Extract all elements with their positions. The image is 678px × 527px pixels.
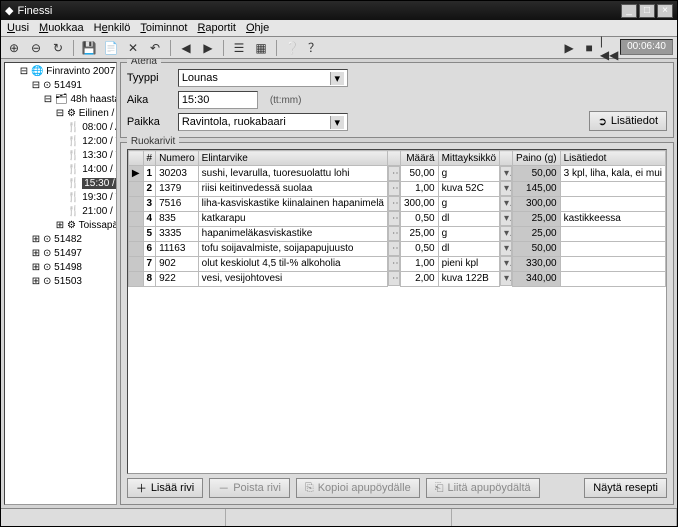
paste-icon: ⎗: [435, 482, 444, 495]
tree-meal-2100[interactable]: 🍴 21:00 / Iltapala: [67, 205, 114, 219]
app-window: ◆ Finessi _ □ × Uusi Muokkaa Henkilö Toi…: [0, 0, 678, 527]
paikka-select[interactable]: Ravintola, ruokabaari▾: [178, 113, 348, 131]
tree-eilinen[interactable]: ⊟⚙ Eilinen / 18.2.2007 🍴 08:00 / Aamiain…: [55, 107, 114, 219]
help-icon[interactable]: ❔: [283, 39, 301, 57]
menu-muokkaa[interactable]: Muokkaa: [39, 22, 84, 34]
copy-icon: ⎘: [305, 482, 314, 495]
list-icon[interactable]: ☰: [230, 39, 248, 57]
nav-left-icon[interactable]: ◀: [177, 39, 195, 57]
delete-icon[interactable]: ✕: [124, 39, 142, 57]
ruokarivit-table-wrap: # Numero Elintarvike Määrä Mittayksikkö …: [127, 149, 667, 474]
table-row[interactable]: 53335hapanimeläkasviskastike⋯25,00g▾25,0…: [128, 226, 665, 241]
table-row[interactable]: 8922vesi, vesijohtovesi⋯2,00kuva 122B▾34…: [128, 271, 665, 286]
tree-meal-1330[interactable]: 🍴 13:30 / Välipala: [67, 149, 114, 163]
tree-meal-1530[interactable]: 🍴 15:30 / Lounas: [67, 177, 114, 191]
chevron-down-icon: ▾: [330, 72, 344, 85]
tree-panel[interactable]: ⊟🌐 Finravinto 2007 ⊟⊙ 51491 ⊟🗂 48h haast…: [4, 62, 117, 505]
ruokarivit-group: Ruokarivit # Numero Elintarvike Määrä: [120, 142, 674, 505]
table-row[interactable]: 21379riisi keitinvedessä suolaa⋯1,00kuva…: [128, 181, 665, 196]
save-icon[interactable]: 💾: [80, 39, 98, 57]
tree-meal-1400[interactable]: 🍴 14:00 / Juoma: [67, 163, 114, 177]
table-row[interactable]: 37516liha-kasviskastike kiinalainen hapa…: [128, 196, 665, 211]
ateria-group: Ateria Tyyppi Lounas▾ Aika (tt:mm) Paikk…: [120, 62, 674, 138]
menu-bar: Uusi Muokkaa Henkilö Toiminnot Raportit …: [1, 20, 677, 37]
tree-root[interactable]: ⊟🌐 Finravinto 2007 ⊟⊙ 51491 ⊟🗂 48h haast…: [19, 65, 114, 289]
tree-meal-1930[interactable]: 🍴 19:30 / Välipala: [67, 191, 114, 205]
arrow-right-icon: ➲: [598, 115, 607, 128]
menu-henkilo[interactable]: Henkilö: [94, 22, 131, 34]
toolbar-icon-2[interactable]: ⊖: [27, 39, 45, 57]
tyyppi-select[interactable]: Lounas▾: [178, 69, 348, 87]
chevron-down-icon: ▾: [330, 116, 344, 129]
tree-51482[interactable]: ⊞⊙ 51482: [31, 233, 114, 247]
kopioi-apupoydalle-button[interactable]: ⎘ Kopioi apupöydälle: [296, 478, 420, 498]
minimize-button[interactable]: _: [621, 4, 637, 18]
refresh-icon[interactable]: ↻: [49, 39, 67, 57]
liita-apupoydalta-button[interactable]: ⎗ Liitä apupöydältä: [426, 478, 540, 498]
paikka-label: Paikka: [127, 116, 172, 128]
ateria-legend: Ateria: [127, 59, 161, 67]
table-row[interactable]: 611163tofu soijavalmiste, soijapapujuust…: [128, 241, 665, 256]
aika-label: Aika: [127, 94, 172, 106]
tree-meal-1200[interactable]: 🍴 12:00 / Välipala: [67, 135, 114, 149]
th-numero[interactable]: Numero: [156, 151, 199, 166]
copy-icon[interactable]: 📄: [102, 39, 120, 57]
title-bar: ◆ Finessi _ □ ×: [1, 1, 677, 20]
toolbar-icon-1[interactable]: ⊕: [5, 39, 23, 57]
app-icon: ◆: [5, 4, 13, 17]
info-icon[interactable]: ？: [305, 39, 323, 57]
menu-raportit[interactable]: Raportit: [197, 22, 236, 34]
maximize-button[interactable]: □: [639, 4, 655, 18]
play-icon[interactable]: ▶: [560, 39, 578, 57]
rewind-icon[interactable]: |◀◀: [600, 39, 618, 57]
minus-icon: －: [218, 480, 229, 496]
tree-51503[interactable]: ⊞⊙ 51503: [31, 275, 114, 289]
th-hash[interactable]: #: [143, 151, 156, 166]
toolbar: ⊕ ⊖ ↻ 💾 📄 ✕ ↶ ◀ ▶ ☰ ▦ ❔ ？ ▶ ■ |◀◀ 00:06:…: [1, 37, 677, 59]
window-title: Finessi: [17, 5, 52, 17]
tree-51497[interactable]: ⊞⊙ 51497: [31, 247, 114, 261]
th-mittayksikko[interactable]: Mittayksikkö: [438, 151, 499, 166]
table-row[interactable]: ▶130203sushi, levarulla, tuoresuolattu l…: [128, 166, 665, 182]
tree-48h[interactable]: ⊟🗂 48h haastattelu ⊟⚙ Eilinen / 18.2.200…: [43, 93, 114, 233]
th-lisatiedot[interactable]: Lisätiedot: [560, 151, 665, 166]
lisaa-rivi-button[interactable]: ＋ Lisää rivi: [127, 478, 203, 498]
tree-51491[interactable]: ⊟⊙ 51491 ⊟🗂 48h haastattelu ⊟⚙ Eilinen /…: [31, 79, 114, 233]
close-button[interactable]: ×: [657, 4, 673, 18]
tree-toissa[interactable]: ⊞⚙ Toissapäivä / 17.2.2007: [55, 219, 114, 233]
th-maara[interactable]: Määrä: [400, 151, 438, 166]
th-paino[interactable]: Paino (g): [513, 151, 561, 166]
table-row[interactable]: 7902olut keskiolut 4,5 til-% alkoholia⋯1…: [128, 256, 665, 271]
lisatiedot-button[interactable]: ➲ Lisätiedot: [589, 111, 667, 131]
undo-icon[interactable]: ↶: [146, 39, 164, 57]
ruokarivit-legend: Ruokarivit: [127, 136, 179, 147]
timer-display: 00:06:40: [620, 39, 673, 55]
aika-input[interactable]: [178, 91, 258, 109]
menu-toiminnot[interactable]: Toiminnot: [140, 22, 187, 34]
grid-icon[interactable]: ▦: [252, 39, 270, 57]
status-bar: [1, 508, 677, 526]
nav-right-icon[interactable]: ▶: [199, 39, 217, 57]
ruokarivit-table[interactable]: # Numero Elintarvike Määrä Mittayksikkö …: [128, 150, 666, 287]
plus-icon: ＋: [136, 480, 147, 496]
nayta-resepti-button[interactable]: Näytä resepti: [584, 478, 667, 498]
poista-rivi-button[interactable]: － Poista rivi: [209, 478, 290, 498]
th-elintarvike[interactable]: Elintarvike: [198, 151, 387, 166]
stop-icon[interactable]: ■: [580, 39, 598, 57]
table-row[interactable]: 4835katkarapu⋯0,50dl▾25,00kastikkeessa: [128, 211, 665, 226]
aika-hint: (tt:mm): [270, 95, 302, 106]
menu-uusi[interactable]: Uusi: [7, 22, 29, 34]
tree-meal-0800[interactable]: 🍴 08:00 / Aamiainen: [67, 121, 114, 135]
tree-51498[interactable]: ⊞⊙ 51498: [31, 261, 114, 275]
menu-ohje[interactable]: Ohje: [246, 22, 269, 34]
tyyppi-label: Tyyppi: [127, 72, 172, 84]
